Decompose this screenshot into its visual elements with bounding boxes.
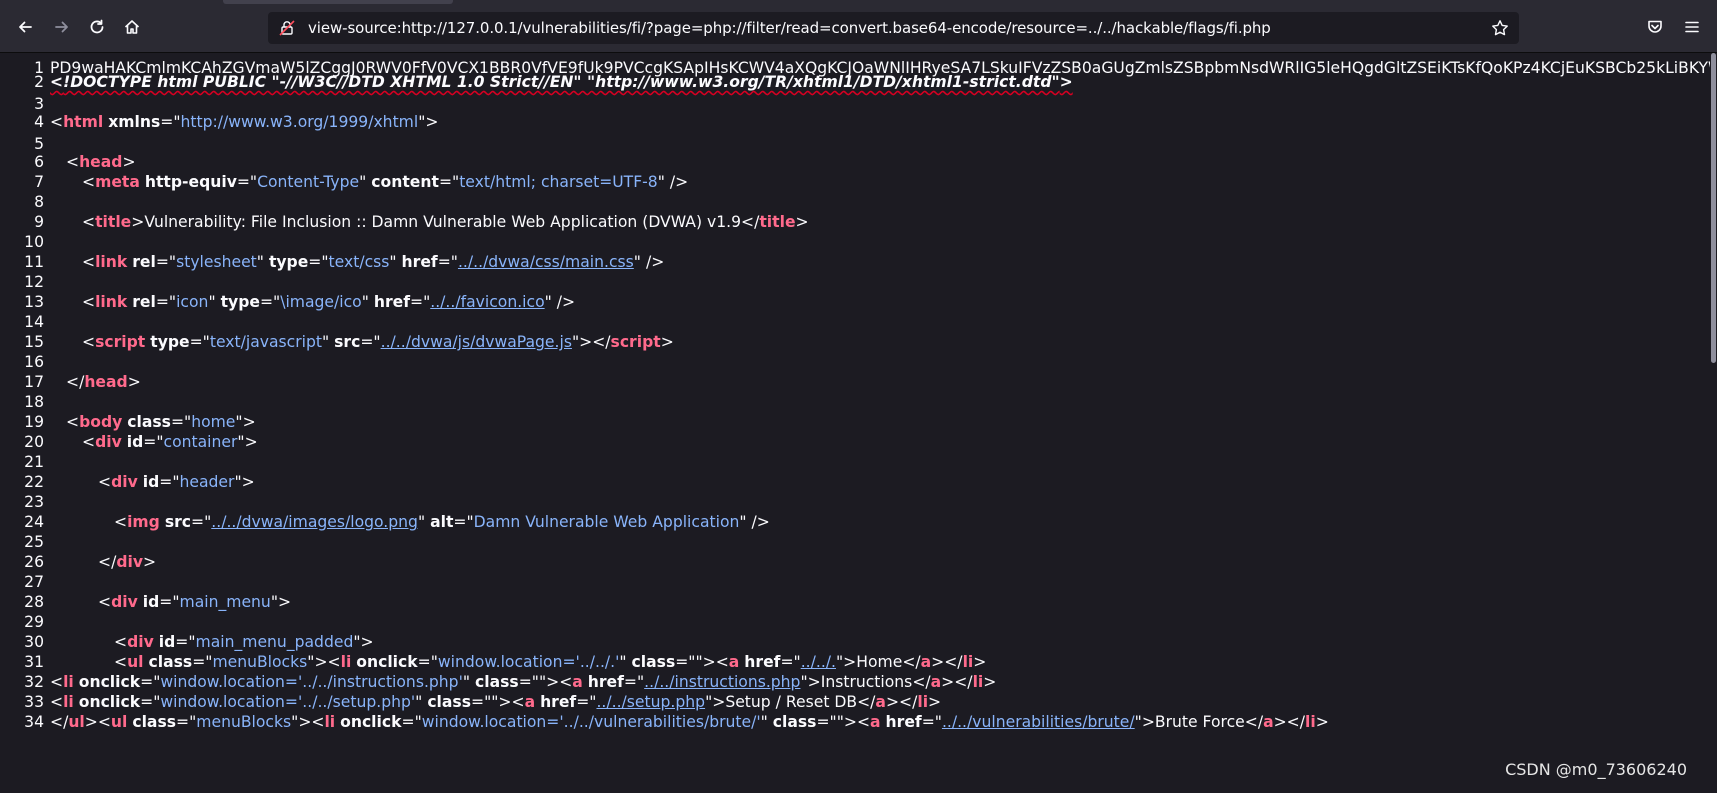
source-line: 6 <head> [34, 153, 136, 171]
vertical-scrollbar[interactable] [1710, 53, 1717, 793]
source-link[interactable]: ../../dvwa/images/logo.png [211, 513, 418, 531]
source-line: 10 [24, 233, 44, 251]
source-line: 27 [24, 573, 44, 591]
source-line: 19 <body class="home"> [24, 413, 256, 431]
page-info-icon[interactable] [278, 19, 296, 37]
source-line: 18 [24, 393, 44, 411]
source-line: 17 </head> [24, 373, 141, 391]
source-line: 8 [34, 193, 44, 211]
source-line: 30 <div id="main_menu_padded"> [24, 633, 374, 651]
source-line: 33 <li onclick="window.location='../../se… [24, 693, 942, 711]
browser-toolbar: view-source:http://127.0.0.1/vulnerabili… [0, 0, 1717, 53]
watermark: CSDN @m0_73606240 [1505, 760, 1687, 779]
source-line: 15 <script type="text/javascript" src="..… [24, 333, 674, 351]
pocket-button[interactable] [1640, 12, 1670, 42]
source-line: 23 [24, 493, 44, 511]
source-line: 12 [24, 273, 44, 291]
source-link[interactable]: ../../instructions.php [644, 673, 800, 691]
home-icon [124, 20, 140, 34]
source-link[interactable]: ../../favicon.ico [430, 293, 544, 311]
source-link[interactable]: ../../dvwa/css/main.css [458, 253, 634, 271]
source-line: 20 <div id="container"> [24, 433, 258, 451]
url-text[interactable]: view-source:http://127.0.0.1/vulnerabili… [308, 19, 1271, 37]
source-link[interactable]: ../../dvwa/js/dvwaPage.js [381, 333, 572, 351]
source-link[interactable]: ../../. [801, 653, 836, 671]
home-button[interactable] [117, 12, 147, 42]
source-line: 16 [24, 353, 44, 371]
source-line: 34 </ul><ul class="menuBlocks"><li onclic… [24, 713, 1329, 731]
source-line: 26 </div> [24, 553, 157, 571]
reload-button[interactable] [82, 12, 112, 42]
source-line: 22 <div id="header"> [24, 473, 255, 491]
source-line: 2 <!DOCTYPE html PUBLIC "-//W3C//DTD XHTM… [34, 73, 1073, 91]
view-source-content: 1 PD9waHAKCmlmKCAhZGVmaW5lZCggJ0RWV0FfV0V… [0, 53, 1710, 793]
source-line: 7 <meta http-equiv="Content-Type" content… [34, 173, 689, 191]
source-line: 14 [24, 313, 44, 331]
source-line: 4 <html xmlns="http://www.w3.org/1999/xht… [34, 113, 439, 131]
forward-button[interactable] [47, 12, 77, 42]
forward-arrow-icon [55, 21, 68, 33]
source-line: 24 <img src="../../dvwa/images/logo.png" … [24, 513, 770, 531]
source-link[interactable]: ../../vulnerabilities/brute/ [942, 713, 1135, 731]
source-line: 21 [24, 453, 44, 471]
source-link[interactable]: ../../setup.php [596, 693, 705, 711]
reload-icon [90, 19, 104, 34]
pocket-icon [1648, 20, 1662, 33]
source-line: 25 [24, 533, 44, 551]
source-line: 28 <div id="main_menu"> [24, 593, 292, 611]
app-menu-button[interactable] [1677, 12, 1707, 42]
source-line: 32 <li onclick="window.location='../../in… [24, 673, 997, 691]
menu-icon [1685, 21, 1699, 33]
active-tab-edge[interactable] [223, 0, 453, 4]
bookmark-star-icon[interactable] [1491, 19, 1509, 37]
source-line: 9 <title>Vulnerability: File Inclusion ::… [34, 213, 809, 231]
source-line: 11 <link rel="stylesheet" type="text/css"… [24, 253, 665, 271]
address-bar[interactable]: view-source:http://127.0.0.1/vulnerabili… [268, 12, 1519, 44]
back-arrow-icon [19, 21, 32, 33]
scrollbar-thumb[interactable] [1711, 53, 1716, 363]
back-button[interactable] [10, 12, 40, 42]
source-line: 31 <ul class="menuBlocks"><li onclick="wi… [24, 653, 987, 671]
source-line: 13 <link rel="icon" type="\image/ico" hre… [24, 293, 576, 311]
source-line: 29 [24, 613, 44, 631]
